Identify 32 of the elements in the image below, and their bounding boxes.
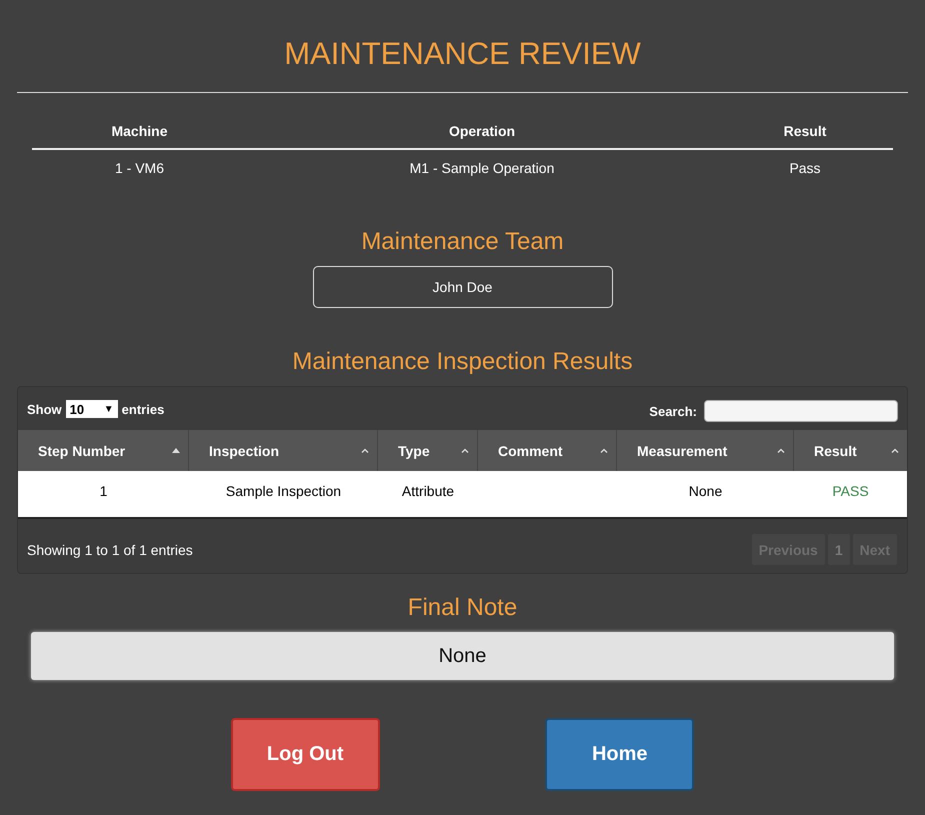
chevron-up-icon xyxy=(891,448,899,453)
chevron-up-icon xyxy=(361,448,369,453)
table-cell-text: 1 - VM6 xyxy=(114,159,165,178)
table-cell-text: Pass xyxy=(788,159,822,178)
chevron-up-icon xyxy=(777,448,785,453)
home-button[interactable]: Home xyxy=(545,718,694,791)
show-label: Show xyxy=(27,402,62,416)
chevron-up-icon xyxy=(600,448,608,453)
final-note-field: None xyxy=(31,632,894,680)
table-cell-text: PASS xyxy=(831,482,870,501)
entries-select[interactable]: 10 ▼ xyxy=(66,400,118,418)
column-header: Operation xyxy=(448,122,516,141)
column-header: Result xyxy=(782,122,828,141)
section-heading: Final Note xyxy=(406,594,518,622)
table-cell-text: Sample Inspection xyxy=(224,482,342,501)
page-title: MAINTENANCE REVIEW xyxy=(17,0,908,93)
entries-label: entries xyxy=(122,402,164,416)
table-cell-text: M1 - Sample Operation xyxy=(408,159,556,178)
chevron-up-icon xyxy=(461,448,469,453)
table-cell-text: None xyxy=(688,482,724,501)
search-field[interactable] xyxy=(704,400,898,422)
search-label: Search: xyxy=(649,404,697,418)
column-header[interactable]: Result xyxy=(794,430,907,471)
team-member: John Doe xyxy=(312,266,612,308)
column-header: Machine xyxy=(110,122,168,141)
sort-ascending-icon xyxy=(172,448,180,453)
section-heading: Maintenance Team xyxy=(360,228,565,256)
table-cell-text: Attribute xyxy=(400,482,456,501)
table-cell-text: 1 xyxy=(98,482,108,501)
logout-button[interactable]: Log Out xyxy=(230,718,380,791)
table-info: Showing 1 to 1 of 1 entries xyxy=(27,542,193,558)
section-heading: Maintenance Inspection Results xyxy=(291,348,634,376)
